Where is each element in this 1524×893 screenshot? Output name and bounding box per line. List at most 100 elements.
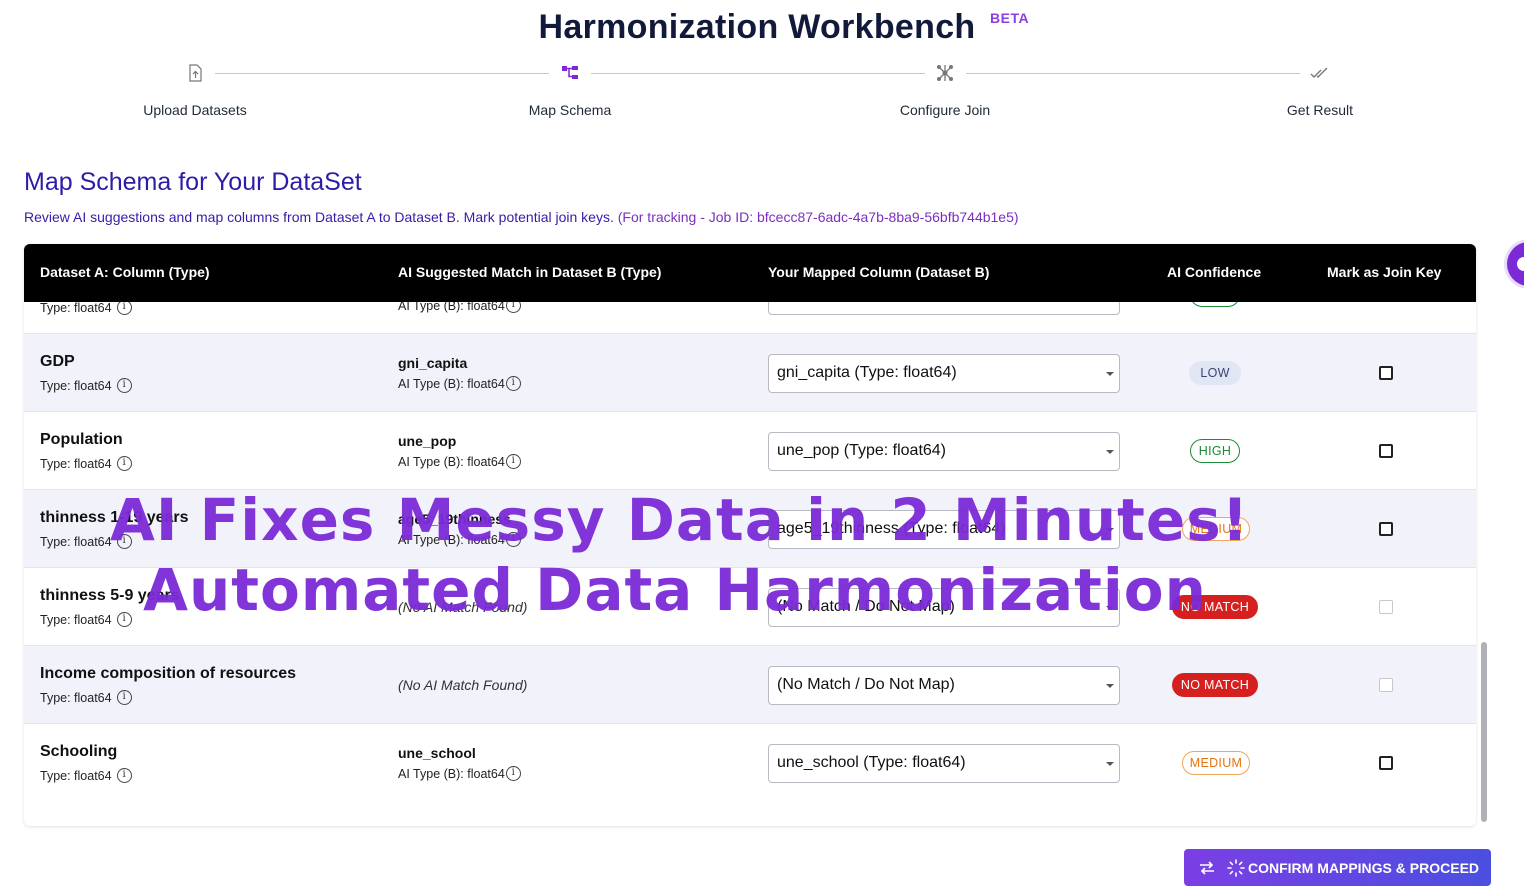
ai-type: AI Type (B): float64 i [398,766,521,781]
join-key-checkbox [1379,600,1393,614]
type-text: AI Type (B): float64 [398,454,505,469]
ai-type: AI Type (B): float64 i [398,376,521,391]
info-icon[interactable]: i [116,456,132,471]
chevron-down-icon [1106,762,1114,766]
loading-spinner-icon [1227,858,1245,877]
select-value: une_pop (Type: float64) [777,442,947,459]
confidence-badge: LOW [1189,361,1241,385]
column-type: Type: float64 i [40,768,132,783]
column-type: Type: float64 i [40,690,132,705]
join-key-checkbox[interactable] [1379,522,1393,536]
type-text: AI Type (B): float64 [398,766,505,781]
info-icon[interactable]: i [116,690,132,705]
chevron-down-icon [1106,450,1114,454]
step-label: Map Schema [528,102,612,118]
column-name: Population [40,431,123,448]
type-text: Type: float64 [40,378,112,393]
confidence-badge: MEDIUM [1182,517,1250,541]
column-type: Type: float64 i [40,612,132,627]
info-icon[interactable]: i [505,376,521,391]
ai-match-name: une_pop [398,433,457,449]
select-value: (No Match / Do Not Map) [777,676,955,693]
select-value: age5_19thinness (Type: float64) [777,520,1006,537]
confidence-badge: HIGH [1190,439,1240,463]
type-text: Type: float64 [40,768,112,783]
swap-arrows-icon [1200,860,1214,875]
table-row: Population Type: float64 i une_pop AI Typ… [24,412,1476,490]
info-icon[interactable]: i [116,612,132,627]
ai-match-name: age5_19thinness [398,511,511,527]
mapped-column-select[interactable]: (No Match / Do Not Map) [768,588,1120,627]
header-join-key: Mark as Join Key [1327,264,1442,280]
type-text: Type: float64 [40,690,112,705]
join-icon [937,65,953,81]
step-label: Get Result [1286,102,1354,118]
chat-assistant-button[interactable] [1507,242,1524,286]
info-icon[interactable]: i [116,534,132,549]
column-name: thinness 5-9 years [40,587,180,604]
table-header: Dataset A: Column (Type) AI Suggested Ma… [24,244,1476,302]
confirm-label: CONFIRM MAPPINGS & PROCEED [1248,859,1480,876]
join-key-checkbox [1379,678,1393,692]
table-row: thinness 5-9 years Type: float64 i (No AI… [24,568,1476,646]
select-value: (No Match / Do Not Map) [777,598,955,615]
mapped-column-select[interactable]: une_school (Type: float64) [768,744,1120,783]
chat-icon [1517,257,1524,271]
step-upload-datasets[interactable]: Upload Datasets [85,62,305,118]
join-key-checkbox[interactable] [1379,756,1393,770]
mapping-table: Dataset A: Column (Type) AI Suggested Ma… [24,244,1476,826]
info-icon[interactable]: i [116,768,132,783]
table-row: thinness 1-19 years Type: float64 i age5_… [24,490,1476,568]
confidence-badge: NO MATCH [1172,595,1258,619]
progress-stepper: Upload Datasets Map Schema Configure Joi… [0,62,1524,132]
type-text: Type: float64 [40,456,112,471]
description-text: Review AI suggestions and map columns fr… [24,209,618,225]
column-type: Type: float64 i [40,300,132,315]
join-key-checkbox[interactable] [1379,366,1393,380]
type-text: Type: float64 [40,300,112,315]
step-configure-join[interactable]: Configure Join [835,62,1055,118]
info-icon[interactable]: i [505,766,521,781]
chevron-down-icon [1106,372,1114,376]
chevron-down-icon [1106,606,1114,610]
section-title: Map Schema for Your DataSet [24,168,362,196]
job-id-text: (For tracking - Job ID: bfcecc87-6adc-4a… [617,209,1019,225]
section-description: Review AI suggestions and map columns fr… [24,209,1019,225]
info-icon[interactable]: i [116,378,132,393]
chevron-down-icon [1106,528,1114,532]
column-name: Income composition of resources [40,665,297,682]
info-icon[interactable]: i [116,300,132,315]
column-type: Type: float64 i [40,456,132,471]
header-mapped: Your Mapped Column (Dataset B) [768,264,990,280]
type-text: AI Type (B): float64 [398,532,505,547]
column-name: GDP [40,353,75,370]
ai-no-match: (No AI Match Found) [398,677,528,693]
beta-badge: BETA [990,10,1030,26]
select-value: gni_capita (Type: float64) [777,364,957,381]
header-col-b: AI Suggested Match in Dataset B (Type) [398,264,662,280]
ai-match-name: gni_capita [398,355,468,371]
ai-type: AI Type (B): float64 i [398,532,521,547]
info-icon[interactable]: i [505,532,521,547]
double-check-icon [1310,67,1328,78]
join-key-checkbox[interactable] [1379,444,1393,458]
app-title: Harmonization Workbench [538,8,976,46]
step-label: Configure Join [899,102,991,118]
header-confidence: AI Confidence [1167,264,1262,280]
confirm-mappings-button[interactable]: CONFIRM MAPPINGS & PROCEED [1184,849,1491,886]
column-name: thinness 1-19 years [40,509,189,526]
mapped-column-select[interactable]: gni_capita (Type: float64) [768,354,1120,393]
confidence-badge: MEDIUM [1182,751,1250,775]
info-icon[interactable]: i [505,454,521,469]
scrollbar-thumb[interactable] [1481,642,1487,822]
ai-no-match: (No AI Match Found) [398,599,528,615]
column-type: Type: float64 i [40,534,132,549]
type-text: Type: float64 [40,612,112,627]
step-get-result[interactable]: Get Result [1210,62,1430,118]
table-row: Income composition of resources Type: fl… [24,646,1476,724]
mapped-column-select[interactable]: une_pop (Type: float64) [768,432,1120,471]
mapped-column-select[interactable]: (No Match / Do Not Map) [768,666,1120,705]
mapped-column-select[interactable]: age5_19thinness (Type: float64) [768,510,1120,549]
step-label: Upload Datasets [143,102,247,118]
step-map-schema[interactable]: Map Schema [460,62,680,118]
